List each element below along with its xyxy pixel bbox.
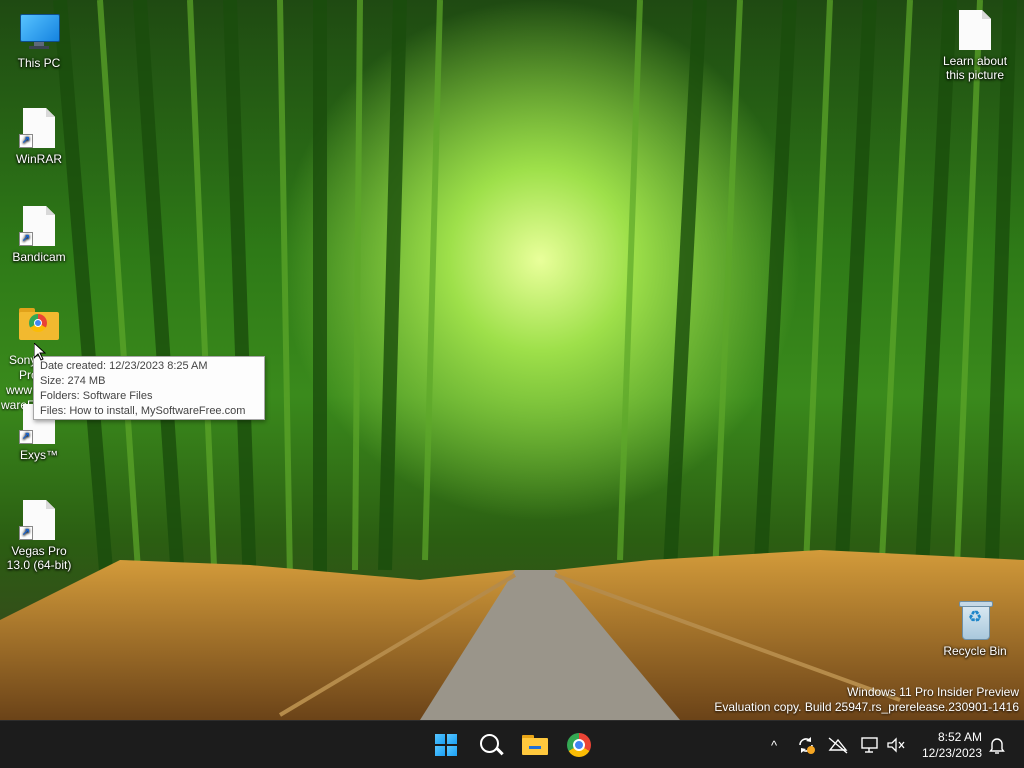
volume-button[interactable]: [884, 733, 908, 757]
folder-icon: [522, 735, 548, 755]
chrome-icon: [567, 733, 591, 757]
desktop-icon-software-folder[interactable]: [1, 304, 77, 344]
taskbar: ^ 8:52 AM 12/23/2023: [0, 720, 1024, 768]
desktop-icon-recycle-bin[interactable]: ♻ Recycle Bin: [937, 600, 1013, 658]
desktop-icon-label: Learn about this picture: [942, 54, 1008, 82]
desktop-icon-bandicam[interactable]: ↗ Bandicam: [1, 206, 77, 264]
volume-muted-icon: [887, 737, 905, 753]
desktop-icon-label: Vegas Pro 13.0 (64-bit): [6, 544, 72, 572]
shortcut-file-icon: ↗: [19, 206, 59, 246]
tooltip-size: Size: 274 MB: [40, 375, 106, 387]
desktop-icon-label: Exys™: [19, 448, 58, 462]
clock-date: 12/23/2023: [921, 746, 982, 760]
shortcut-file-icon: ↗: [19, 500, 59, 540]
desktop-icon-winrar[interactable]: ↗ WinRAR: [1, 108, 77, 166]
watermark-build: Evaluation copy. Build 25947.rs_prerelea…: [714, 700, 1019, 714]
network-button[interactable]: [826, 733, 850, 757]
show-hidden-icons-button[interactable]: ^: [764, 733, 784, 757]
tooltip-folders: Folders: Software Files: [40, 390, 153, 402]
start-button[interactable]: [428, 727, 464, 763]
sync-status-button[interactable]: [794, 733, 818, 757]
display-button[interactable]: [858, 733, 882, 757]
shortcut-file-icon: ↗: [19, 108, 59, 148]
tooltip-date-created: Date created: 12/23/2023 8:25 AM: [40, 360, 208, 372]
desktop-icon-learn-about-picture[interactable]: Learn about this picture: [937, 10, 1013, 82]
chrome-folder-icon: [19, 304, 59, 344]
watermark-edition: Windows 11 Pro Insider Preview: [847, 685, 1019, 699]
network-off-icon: [828, 737, 848, 754]
notification-button[interactable]: [986, 733, 1008, 757]
recycle-bin-icon: ♻: [955, 600, 995, 640]
search-button[interactable]: [473, 727, 509, 763]
clock-time: 8:52 AM: [937, 730, 982, 744]
desktop-icon-label: Recycle Bin: [943, 644, 1007, 658]
this-pc-icon: [19, 12, 60, 52]
display-icon: [861, 737, 878, 753]
file-explorer-button[interactable]: [517, 727, 553, 763]
search-icon: [479, 733, 499, 753]
desktop-icon-this-pc[interactable]: This PC: [1, 12, 77, 70]
windows-logo-icon: [435, 734, 457, 756]
tooltip-files: Files: How to install, MySoftwareFree.co…: [40, 405, 246, 417]
desktop-icon-vegas-pro[interactable]: ↗ Vegas Pro 13.0 (64-bit): [1, 500, 77, 572]
chevron-up-icon: ^: [770, 737, 778, 753]
sync-icon: [799, 737, 815, 754]
folder-info-tooltip: Date created: 12/23/2023 8:25 AM Size: 2…: [33, 356, 265, 420]
evaluation-watermark: Windows 11 Pro Insider Preview Evaluatio…: [714, 685, 1019, 715]
clock[interactable]: 8:52 AM 12/23/2023: [918, 729, 982, 761]
desktop-icon-label: Bandicam: [12, 250, 66, 264]
desktop-icon-label: WinRAR: [15, 152, 62, 166]
folder-label-fragment: www: [6, 383, 32, 397]
bell-icon: [989, 738, 1005, 754]
mouse-cursor-icon: [34, 343, 46, 361]
chrome-button[interactable]: [561, 727, 597, 763]
desktop-icon-label: This PC: [17, 56, 61, 70]
file-icon: [955, 10, 995, 50]
